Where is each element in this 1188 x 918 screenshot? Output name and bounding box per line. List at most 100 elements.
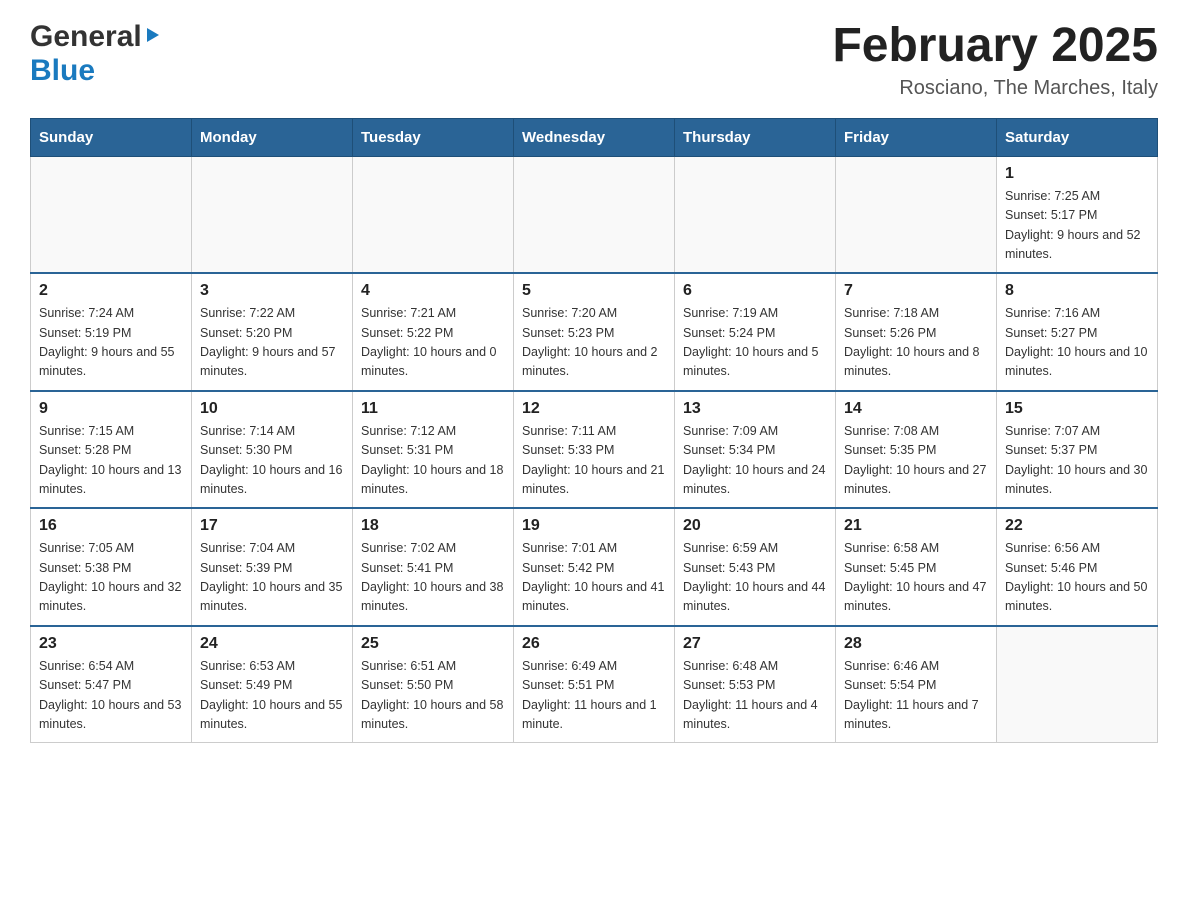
calendar-day-cell: 19 Sunrise: 7:01 AMSunset: 5:42 PMDayligh… [514, 508, 675, 626]
calendar-day-cell: 5 Sunrise: 7:20 AMSunset: 5:23 PMDaylight… [514, 273, 675, 391]
calendar-day-cell: 24 Sunrise: 6:53 AMSunset: 5:49 PMDayligh… [192, 626, 353, 743]
calendar-day-cell [192, 156, 353, 273]
day-number: 17 [200, 517, 344, 535]
calendar-week-row: 16 Sunrise: 7:05 AMSunset: 5:38 PMDayligh… [31, 508, 1158, 626]
day-number: 19 [522, 517, 666, 535]
day-info: Sunrise: 7:21 AMSunset: 5:22 PMDaylight:… [361, 304, 505, 382]
day-info: Sunrise: 6:58 AMSunset: 5:45 PMDaylight:… [844, 539, 988, 617]
calendar-table: SundayMondayTuesdayWednesdayThursdayFrid… [30, 118, 1158, 744]
calendar-day-cell [514, 156, 675, 273]
calendar-week-row: 9 Sunrise: 7:15 AMSunset: 5:28 PMDaylight… [31, 391, 1158, 509]
logo: General Blue [30, 20, 162, 88]
weekday-header-wednesday: Wednesday [514, 118, 675, 156]
day-info: Sunrise: 7:07 AMSunset: 5:37 PMDaylight:… [1005, 422, 1149, 500]
calendar-day-cell: 22 Sunrise: 6:56 AMSunset: 5:46 PMDayligh… [997, 508, 1158, 626]
day-number: 25 [361, 635, 505, 653]
day-number: 5 [522, 282, 666, 300]
day-info: Sunrise: 7:18 AMSunset: 5:26 PMDaylight:… [844, 304, 988, 382]
calendar-day-cell: 27 Sunrise: 6:48 AMSunset: 5:53 PMDayligh… [675, 626, 836, 743]
day-info: Sunrise: 7:11 AMSunset: 5:33 PMDaylight:… [522, 422, 666, 500]
day-info: Sunrise: 6:56 AMSunset: 5:46 PMDaylight:… [1005, 539, 1149, 617]
day-number: 7 [844, 282, 988, 300]
day-info: Sunrise: 7:22 AMSunset: 5:20 PMDaylight:… [200, 304, 344, 382]
day-info: Sunrise: 6:53 AMSunset: 5:49 PMDaylight:… [200, 657, 344, 735]
calendar-day-cell: 25Sunrise: 6:51 AMSunset: 5:50 PMDayligh… [353, 626, 514, 743]
logo-blue-text: Blue [30, 54, 95, 87]
day-number: 12 [522, 400, 666, 418]
day-number: 28 [844, 635, 988, 653]
day-number: 14 [844, 400, 988, 418]
calendar-day-cell: 4Sunrise: 7:21 AMSunset: 5:22 PMDaylight… [353, 273, 514, 391]
calendar-day-cell: 28 Sunrise: 6:46 AMSunset: 5:54 PMDayligh… [836, 626, 997, 743]
calendar-day-cell [353, 156, 514, 273]
day-number: 22 [1005, 517, 1149, 535]
day-info: Sunrise: 6:48 AMSunset: 5:53 PMDaylight:… [683, 657, 827, 735]
calendar-day-cell: 8 Sunrise: 7:16 AMSunset: 5:27 PMDaylight… [997, 273, 1158, 391]
day-number: 16 [39, 517, 183, 535]
day-info: Sunrise: 7:16 AMSunset: 5:27 PMDaylight:… [1005, 304, 1149, 382]
day-number: 6 [683, 282, 827, 300]
day-info: Sunrise: 6:49 AMSunset: 5:51 PMDaylight:… [522, 657, 666, 735]
calendar-day-cell [836, 156, 997, 273]
day-info: Sunrise: 7:05 AMSunset: 5:38 PMDaylight:… [39, 539, 183, 617]
calendar-day-cell [997, 626, 1158, 743]
calendar-title-block: February 2025 Rosciano, The Marches, Ita… [832, 20, 1158, 100]
day-number: 8 [1005, 282, 1149, 300]
day-info: Sunrise: 7:19 AMSunset: 5:24 PMDaylight:… [683, 304, 827, 382]
calendar-day-cell: 12 Sunrise: 7:11 AMSunset: 5:33 PMDayligh… [514, 391, 675, 509]
logo-triangle-icon [144, 26, 162, 49]
day-number: 13 [683, 400, 827, 418]
day-number: 15 [1005, 400, 1149, 418]
calendar-day-cell: 7 Sunrise: 7:18 AMSunset: 5:26 PMDaylight… [836, 273, 997, 391]
calendar-title: February 2025 [832, 20, 1158, 73]
day-info: Sunrise: 7:15 AMSunset: 5:28 PMDaylight:… [39, 422, 183, 500]
calendar-day-cell: 26 Sunrise: 6:49 AMSunset: 5:51 PMDayligh… [514, 626, 675, 743]
calendar-day-cell: 15 Sunrise: 7:07 AMSunset: 5:37 PMDayligh… [997, 391, 1158, 509]
calendar-day-cell: 21 Sunrise: 6:58 AMSunset: 5:45 PMDayligh… [836, 508, 997, 626]
calendar-day-cell [31, 156, 192, 273]
day-number: 20 [683, 517, 827, 535]
day-info: Sunrise: 7:04 AMSunset: 5:39 PMDaylight:… [200, 539, 344, 617]
calendar-day-cell: 3 Sunrise: 7:22 AMSunset: 5:20 PMDaylight… [192, 273, 353, 391]
calendar-day-cell: 18Sunrise: 7:02 AMSunset: 5:41 PMDayligh… [353, 508, 514, 626]
calendar-day-cell: 9 Sunrise: 7:15 AMSunset: 5:28 PMDaylight… [31, 391, 192, 509]
day-info: Sunrise: 7:20 AMSunset: 5:23 PMDaylight:… [522, 304, 666, 382]
calendar-day-cell: 11 Sunrise: 7:12 AMSunset: 5:31 PMDayligh… [353, 391, 514, 509]
calendar-day-cell: 10 Sunrise: 7:14 AMSunset: 5:30 PMDayligh… [192, 391, 353, 509]
day-number: 11 [361, 400, 505, 418]
day-info: Sunrise: 7:14 AMSunset: 5:30 PMDaylight:… [200, 422, 344, 500]
weekday-header-saturday: Saturday [997, 118, 1158, 156]
day-info: Sunrise: 7:02 AMSunset: 5:41 PMDaylight:… [361, 539, 505, 617]
calendar-week-row: 23Sunrise: 6:54 AMSunset: 5:47 PMDayligh… [31, 626, 1158, 743]
day-info: Sunrise: 6:46 AMSunset: 5:54 PMDaylight:… [844, 657, 988, 735]
calendar-day-cell: 13 Sunrise: 7:09 AMSunset: 5:34 PMDayligh… [675, 391, 836, 509]
calendar-day-cell: 16 Sunrise: 7:05 AMSunset: 5:38 PMDayligh… [31, 508, 192, 626]
day-number: 2 [39, 282, 183, 300]
day-info: Sunrise: 7:09 AMSunset: 5:34 PMDaylight:… [683, 422, 827, 500]
weekday-header-sunday: Sunday [31, 118, 192, 156]
day-number: 1 [1005, 165, 1149, 183]
calendar-day-cell: 6 Sunrise: 7:19 AMSunset: 5:24 PMDaylight… [675, 273, 836, 391]
day-number: 9 [39, 400, 183, 418]
day-info: Sunrise: 7:12 AMSunset: 5:31 PMDaylight:… [361, 422, 505, 500]
day-number: 10 [200, 400, 344, 418]
day-number: 3 [200, 282, 344, 300]
day-number: 24 [200, 635, 344, 653]
day-info: Sunrise: 7:08 AMSunset: 5:35 PMDaylight:… [844, 422, 988, 500]
day-number: 21 [844, 517, 988, 535]
calendar-subtitle: Rosciano, The Marches, Italy [832, 77, 1158, 100]
calendar-day-cell: 20 Sunrise: 6:59 AMSunset: 5:43 PMDayligh… [675, 508, 836, 626]
calendar-week-row: 2Sunrise: 7:24 AMSunset: 5:19 PMDaylight… [31, 273, 1158, 391]
day-info: Sunrise: 7:01 AMSunset: 5:42 PMDaylight:… [522, 539, 666, 617]
day-number: 26 [522, 635, 666, 653]
weekday-header-tuesday: Tuesday [353, 118, 514, 156]
calendar-week-row: 1Sunrise: 7:25 AMSunset: 5:17 PMDaylight… [31, 156, 1158, 273]
weekday-header-thursday: Thursday [675, 118, 836, 156]
weekday-header-monday: Monday [192, 118, 353, 156]
day-number: 23 [39, 635, 183, 653]
day-info: Sunrise: 6:59 AMSunset: 5:43 PMDaylight:… [683, 539, 827, 617]
calendar-day-cell: 14 Sunrise: 7:08 AMSunset: 5:35 PMDayligh… [836, 391, 997, 509]
calendar-day-cell: 1Sunrise: 7:25 AMSunset: 5:17 PMDaylight… [997, 156, 1158, 273]
page-header: General Blue February 2025 Rosciano, The… [30, 20, 1158, 100]
day-number: 27 [683, 635, 827, 653]
